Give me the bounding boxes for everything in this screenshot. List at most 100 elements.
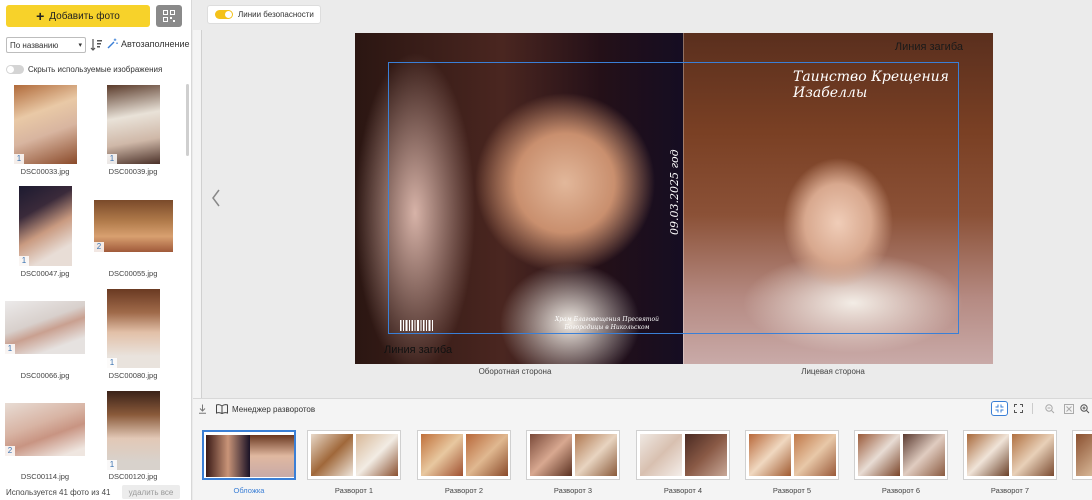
safety-lines-toggle[interactable]: Линии безопасности xyxy=(207,5,321,24)
spread-page xyxy=(530,434,572,476)
fit-view-button[interactable] xyxy=(991,401,1008,416)
qr-code-button[interactable] xyxy=(156,5,182,27)
front-side-caption: Лицевая сторона xyxy=(801,367,865,376)
spread-thumbnail[interactable] xyxy=(963,430,1057,480)
previous-spread-button[interactable] xyxy=(209,186,223,210)
delete-all-button[interactable]: удалить все xyxy=(122,485,180,499)
spread-thumbnail-cover[interactable] xyxy=(202,430,296,480)
autofill-button[interactable]: Автозаполнение xyxy=(107,38,190,49)
expand-icon xyxy=(1014,404,1023,413)
zoom-in-icon xyxy=(1079,403,1089,413)
spread-manager-button[interactable]: Менеджер разворотов xyxy=(216,404,315,414)
spread-manager-label: Менеджер разворотов xyxy=(232,404,316,414)
chevron-down-icon: ▾ xyxy=(78,42,82,49)
usage-count-badge: 1 xyxy=(107,358,117,368)
fullscreen-button[interactable] xyxy=(1010,401,1027,416)
usage-count-badge: 1 xyxy=(5,344,15,354)
spread-thumbnail[interactable] xyxy=(636,430,730,480)
photo-thumbnail[interactable]: 1 xyxy=(5,301,85,354)
spread-label: Разворот 1 xyxy=(334,486,374,495)
spread-page xyxy=(1076,434,1092,476)
spread-thumbnail-partial[interactable] xyxy=(1072,430,1092,480)
photo-thumbnail[interactable]: 2 xyxy=(94,200,173,252)
sort-select[interactable]: По названию ▾ xyxy=(6,37,86,53)
photo-filename: DSC00080.jpg xyxy=(108,371,158,380)
usage-count-badge: 1 xyxy=(19,256,29,266)
cover-small-text[interactable]: Храм Благовещения Пресвятой Богородицы в… xyxy=(545,316,669,332)
sidebar-scrollbar[interactable] xyxy=(186,84,189,156)
spread-thumbnail[interactable] xyxy=(417,430,511,480)
spread-page xyxy=(1012,434,1054,476)
toggle-switch[interactable] xyxy=(215,10,233,19)
photo-thumbnail[interactable]: 1 xyxy=(107,85,160,164)
fit-inward-icon xyxy=(995,404,1004,413)
download-icon[interactable] xyxy=(198,404,207,414)
hide-used-toggle[interactable]: Скрыть используемые изображения xyxy=(6,65,162,74)
photobook-editor: + Добавить фото По названию ▾ Автозаполн… xyxy=(0,0,1092,500)
spread-page xyxy=(903,434,945,476)
photo-thumbnail[interactable]: 1 xyxy=(14,85,77,164)
hide-used-label: Скрыть используемые изображения xyxy=(28,65,163,74)
spread-page xyxy=(685,434,727,476)
zoom-out-icon xyxy=(1044,403,1054,413)
spread-page xyxy=(466,434,508,476)
fold-line-label-bottom: Линия загиба xyxy=(384,344,453,356)
spread-thumbnail[interactable] xyxy=(307,430,401,480)
qr-code-icon xyxy=(163,10,175,22)
spread-thumbnail[interactable] xyxy=(745,430,839,480)
sort-direction-icon[interactable] xyxy=(90,38,102,52)
spread-page xyxy=(311,434,353,476)
cover-title-text[interactable]: Таинство Крещения Изабеллы xyxy=(793,69,993,101)
barcode-icon xyxy=(400,320,433,331)
photo-thumbnail[interactable]: 2 xyxy=(5,403,85,456)
spread-page xyxy=(858,434,900,476)
safety-lines-label: Линии безопасности xyxy=(238,10,314,19)
photo-sidebar: + Добавить фото По названию ▾ Автозаполн… xyxy=(0,0,192,500)
add-photo-button[interactable]: + Добавить фото xyxy=(6,5,150,27)
spread-thumbnail[interactable] xyxy=(526,430,620,480)
zoom-fit-icon xyxy=(1063,403,1074,414)
zoom-in-button[interactable] xyxy=(1077,401,1092,416)
spread-page xyxy=(250,435,294,477)
photo-filename: DSC00114.jpg xyxy=(20,472,70,481)
usage-count-badge: 1 xyxy=(14,154,24,164)
toggle-switch[interactable] xyxy=(6,65,24,74)
zoom-out-button[interactable] xyxy=(1041,401,1058,416)
usage-count-badge: 1 xyxy=(107,154,117,164)
photo-filename: DSC00066.jpg xyxy=(20,371,70,380)
usage-count-badge: 2 xyxy=(94,242,104,252)
photo-filename: DSC00055.jpg xyxy=(108,269,158,278)
photo-filename: DSC00047.jpg xyxy=(20,269,70,278)
chevron-left-icon xyxy=(212,189,220,207)
spread-page xyxy=(794,434,836,476)
photo-thumbnail[interactable]: 1 xyxy=(19,186,72,266)
cover-date-text[interactable]: 09.03.2025 год xyxy=(668,149,681,235)
spread-page xyxy=(206,435,250,477)
magic-wand-icon xyxy=(107,38,118,49)
spread-page xyxy=(421,434,463,476)
spread-label: Разворот 7 xyxy=(990,486,1030,495)
photo-filename: DSC00120.jpg xyxy=(108,472,158,481)
cover-canvas[interactable]: Линия загиба Линия загиба Таинство Креще… xyxy=(355,33,993,364)
autofill-label: Автозаполнение xyxy=(121,38,190,49)
spread-label: Разворот 6 xyxy=(881,486,921,495)
photo-thumbnail[interactable]: 1 xyxy=(107,289,160,368)
spread-page xyxy=(967,434,1009,476)
toolbar-divider xyxy=(1032,403,1033,414)
spread-page xyxy=(749,434,791,476)
fold-line-label-top: Линия загиба xyxy=(894,41,963,53)
usage-count-badge: 2 xyxy=(5,446,15,456)
back-side-caption: Оборотная сторона xyxy=(478,367,552,376)
vertical-ruler xyxy=(193,30,202,398)
spread-label: Разворот 3 xyxy=(553,486,593,495)
used-photos-count: Используется 41 фото из 41 xyxy=(6,488,111,497)
spread-label: Разворот 2 xyxy=(444,486,484,495)
spread-thumbnail[interactable] xyxy=(854,430,948,480)
usage-count-badge: 1 xyxy=(107,460,117,470)
zoom-fit-button[interactable] xyxy=(1060,401,1077,416)
spread-label: Разворот 4 xyxy=(663,486,703,495)
photo-filename: DSC00033.jpg xyxy=(20,167,70,176)
sort-select-value: По названию xyxy=(10,40,59,50)
photo-thumbnail[interactable]: 1 xyxy=(107,391,160,470)
spread-page xyxy=(640,434,682,476)
